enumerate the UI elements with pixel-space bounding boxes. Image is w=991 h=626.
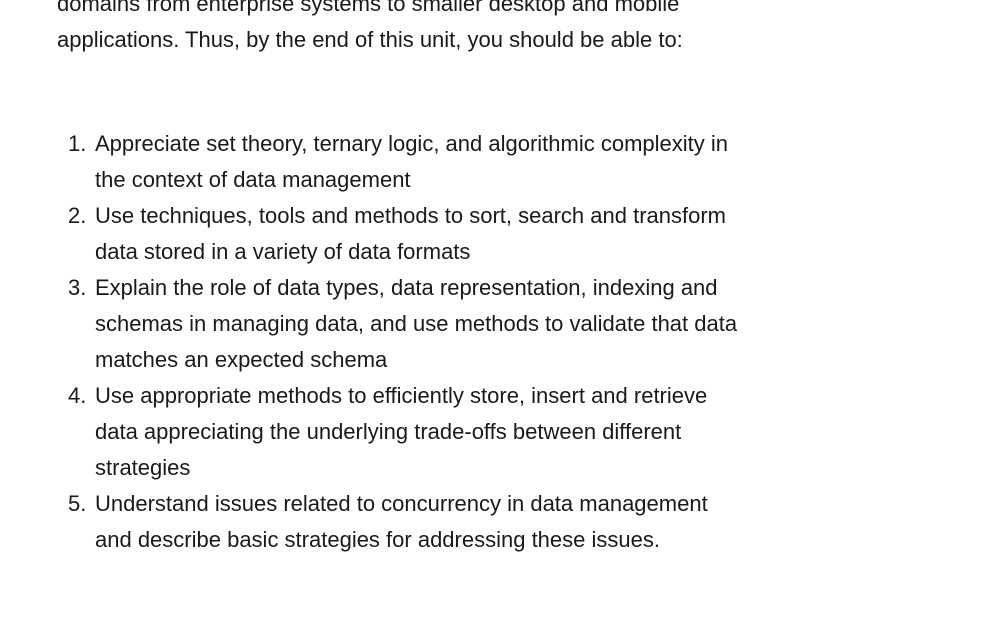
intro-paragraph: domains from enterprise systems to small…: [57, 0, 917, 58]
document-page: domains from enterprise systems to small…: [0, 0, 991, 626]
objective-text-line: data appreciating the underlying trade-o…: [95, 419, 682, 444]
objective-number: 4.: [68, 383, 87, 408]
objective-item-2: 2. Use techniques, tools and methods to …: [68, 198, 828, 270]
objective-text-line: and describe basic strategies for addres…: [95, 527, 660, 552]
objective-number: 3.: [68, 275, 87, 300]
objective-number: 5.: [68, 491, 87, 516]
objective-text-line: Appreciate set theory, ternary logic, an…: [95, 131, 728, 156]
objective-item-1: 1. Appreciate set theory, ternary logic,…: [68, 126, 828, 198]
objective-text-line: Explain the role of data types, data rep…: [95, 275, 718, 300]
objective-text-line: strategies: [95, 455, 191, 480]
objective-number: 2.: [68, 203, 87, 228]
objective-item-3: 3. Explain the role of data types, data …: [68, 270, 828, 378]
learning-objectives-list: 1. Appreciate set theory, ternary logic,…: [68, 126, 828, 558]
intro-line-2: applications. Thus, by the end of this u…: [57, 27, 683, 52]
objective-item-4: 4. Use appropriate methods to efficientl…: [68, 378, 828, 486]
objective-text-line: schemas in managing data, and use method…: [95, 311, 738, 336]
objective-number: 1.: [68, 131, 87, 156]
intro-line-1: domains from enterprise systems to small…: [57, 0, 680, 16]
objective-text-line: Use techniques, tools and methods to sor…: [95, 203, 726, 228]
objective-text-line: data stored in a variety of data formats: [95, 239, 471, 264]
objective-text-line: the context of data management: [95, 167, 411, 192]
objective-item-5: 5. Understand issues related to concurre…: [68, 486, 828, 558]
objective-text-line: Understand issues related to concurrency…: [95, 491, 708, 516]
objective-text-line: matches an expected schema: [95, 347, 388, 372]
objective-text-line: Use appropriate methods to efficiently s…: [95, 383, 708, 408]
